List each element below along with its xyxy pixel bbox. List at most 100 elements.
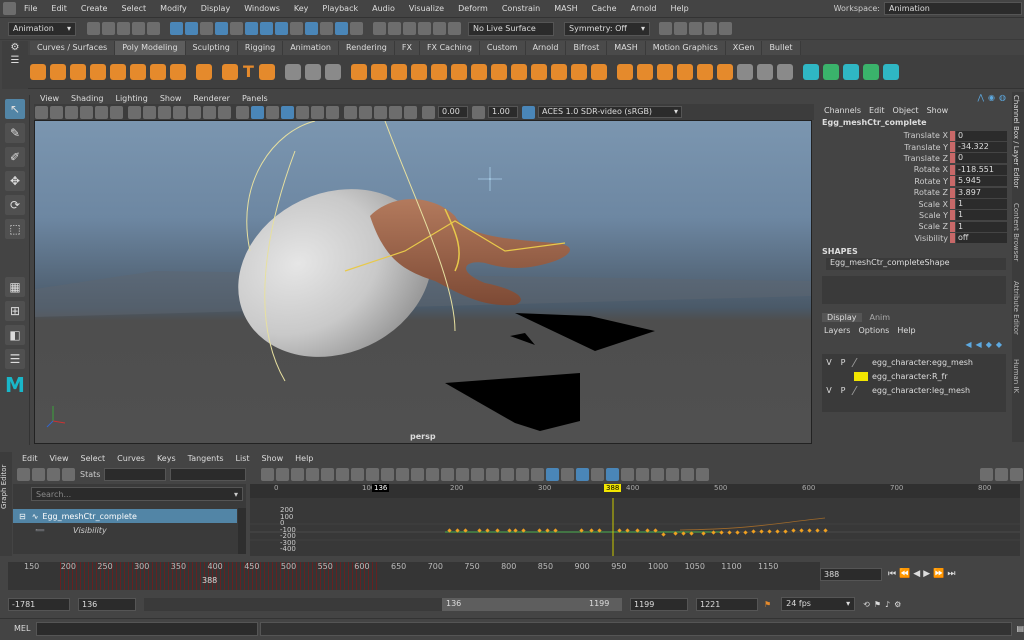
move-key-icon[interactable] bbox=[17, 467, 30, 481]
viewport-menu-lighting[interactable]: Lighting bbox=[109, 94, 153, 103]
animation-start-field[interactable]: -1781 bbox=[8, 597, 70, 611]
playback-start-field[interactable]: 136 bbox=[78, 597, 136, 611]
attribute-editor-icon[interactable]: ◉ bbox=[988, 93, 995, 102]
spherical-map-icon[interactable] bbox=[862, 63, 879, 80]
layer-row[interactable]: egg_character:R_fr bbox=[822, 370, 1006, 384]
shelf-tab-rigging[interactable]: Rigging bbox=[237, 41, 284, 55]
extract-icon[interactable] bbox=[390, 63, 407, 80]
menu-visualize[interactable]: Visualize bbox=[402, 0, 451, 18]
menu-edit[interactable]: Edit bbox=[44, 0, 74, 18]
lock-selection-icon[interactable] bbox=[335, 22, 348, 35]
graph-menu-select[interactable]: Select bbox=[74, 454, 111, 463]
graph-menu-list[interactable]: List bbox=[230, 454, 256, 463]
select-tool-icon[interactable]: ↖ bbox=[5, 99, 25, 119]
vertex-count-icon[interactable] bbox=[324, 63, 341, 80]
step-tangent-icon[interactable] bbox=[366, 467, 380, 481]
value-snap-icon[interactable] bbox=[636, 467, 650, 481]
graph-menu-help[interactable]: Help bbox=[289, 454, 319, 463]
poly-torus-icon[interactable] bbox=[110, 63, 126, 80]
append-icon[interactable] bbox=[676, 63, 693, 80]
render-settings-icon[interactable] bbox=[704, 22, 717, 35]
menu-display[interactable]: Display bbox=[194, 0, 238, 18]
outliner-layout-icon[interactable]: ☰ bbox=[5, 349, 25, 369]
channel-name[interactable]: Translate X bbox=[818, 131, 950, 140]
move-layer-up-icon[interactable]: ◀ bbox=[965, 340, 971, 349]
render-frame-icon[interactable] bbox=[674, 22, 687, 35]
mask-dynamics-icon[interactable] bbox=[290, 22, 303, 35]
tab-attribute-editor[interactable]: Attribute Editor bbox=[1012, 278, 1020, 356]
workspace-dropdown[interactable]: Animation bbox=[884, 2, 1022, 15]
shelf-tab-mash[interactable]: MASH bbox=[607, 41, 646, 55]
use-all-lights-icon[interactable] bbox=[296, 105, 309, 119]
keying-icon[interactable]: ⚑ bbox=[764, 600, 771, 609]
mask-deform-icon[interactable] bbox=[275, 22, 288, 35]
combine-icon[interactable] bbox=[350, 63, 367, 80]
lock-weight-icon[interactable] bbox=[456, 467, 470, 481]
time-slider[interactable]: 150 200 250 300 350 400 450 500 550 600 650 700 750 8… bbox=[8, 562, 820, 590]
graph-menu-curves[interactable]: Curves bbox=[111, 454, 151, 463]
unify-tangent-icon[interactable] bbox=[426, 467, 440, 481]
shelf-tabs-icon[interactable]: ☰ bbox=[2, 55, 28, 66]
menu-audio[interactable]: Audio bbox=[365, 0, 402, 18]
open-scene-icon[interactable] bbox=[102, 22, 115, 35]
fps-dropdown[interactable]: 24 fps ▾ bbox=[781, 597, 856, 611]
mask-render-icon[interactable] bbox=[305, 22, 318, 35]
tab-content-browser[interactable]: Content Browser bbox=[1012, 200, 1020, 278]
menu-key[interactable]: Key bbox=[287, 0, 316, 18]
zoom-icon[interactable] bbox=[995, 467, 1008, 481]
poly-sphere-icon[interactable] bbox=[30, 63, 46, 80]
menu-deform[interactable]: Deform bbox=[451, 0, 495, 18]
scale-tool-icon[interactable]: ⬚ bbox=[5, 219, 25, 239]
channel-box-icon[interactable]: ⋀ bbox=[977, 93, 984, 102]
maya-menu-icon[interactable] bbox=[3, 2, 16, 15]
channel-name[interactable]: Scale Y bbox=[818, 211, 950, 220]
target-weld-icon[interactable] bbox=[304, 63, 321, 80]
shelf-tab-arnold[interactable]: Arnold bbox=[525, 41, 567, 55]
menu-windows[interactable]: Windows bbox=[237, 0, 287, 18]
unfold-icon[interactable] bbox=[570, 63, 587, 80]
ipr-render-icon[interactable] bbox=[689, 22, 702, 35]
shelf-tab-animation[interactable]: Animation bbox=[283, 41, 339, 55]
channel-menu-show[interactable]: Show bbox=[925, 106, 955, 115]
view-transform-dropdown[interactable]: ACES 1.0 SDR-video (sRGB) ▾ bbox=[538, 106, 682, 118]
shelf-tab-bullet[interactable]: Bullet bbox=[762, 41, 801, 55]
graph-menu-edit[interactable]: Edit bbox=[16, 454, 44, 463]
snapshot-icon[interactable] bbox=[501, 467, 515, 481]
two-d-pan-icon[interactable] bbox=[95, 105, 108, 119]
shelf-tab-fx-caching[interactable]: FX Caching bbox=[419, 41, 480, 55]
expand-icon[interactable]: ⊟ bbox=[19, 512, 26, 521]
channel-name[interactable]: Translate Y bbox=[818, 143, 950, 152]
layer-color-swatch[interactable] bbox=[851, 358, 871, 368]
snap-point-icon[interactable] bbox=[403, 22, 416, 35]
graph-menu-keys[interactable]: Keys bbox=[151, 454, 182, 463]
range-slider[interactable]: 136 1199 bbox=[144, 597, 622, 611]
menu-set-dropdown[interactable]: Animation ▾ bbox=[8, 21, 76, 36]
planar-map-icon[interactable] bbox=[822, 63, 839, 80]
pre-infinity-icon[interactable] bbox=[576, 467, 590, 481]
flat-tangent-icon[interactable] bbox=[351, 467, 365, 481]
viewport-menu-view[interactable]: View bbox=[34, 94, 65, 103]
lasso-tool-icon[interactable]: ✎ bbox=[5, 123, 25, 143]
menu-file[interactable]: File bbox=[17, 0, 44, 18]
snap-grid-icon[interactable] bbox=[373, 22, 386, 35]
plateau-tangent-icon[interactable] bbox=[381, 467, 395, 481]
stacked-curves-icon[interactable] bbox=[546, 467, 560, 481]
frame-playback-icon[interactable] bbox=[276, 467, 290, 481]
snap-view-icon[interactable] bbox=[418, 22, 431, 35]
tab-human-ik[interactable]: Human IK bbox=[1012, 356, 1020, 396]
gate-mask-icon[interactable] bbox=[173, 105, 186, 119]
viewport-menu-shading[interactable]: Shading bbox=[65, 94, 110, 103]
tab-channel-box[interactable]: Channel Box / Layer Editor bbox=[1012, 92, 1020, 200]
layer-row[interactable]: V Pegg_character:leg_mesh bbox=[822, 384, 1006, 398]
tangent-visible-icon[interactable] bbox=[666, 467, 680, 481]
default-material-icon[interactable] bbox=[266, 105, 279, 119]
free-weight-icon[interactable] bbox=[441, 467, 455, 481]
hypershade-icon[interactable] bbox=[719, 22, 732, 35]
bridge-icon[interactable] bbox=[470, 63, 487, 80]
viewport-menu-panels[interactable]: Panels bbox=[236, 94, 274, 103]
mask-icon[interactable] bbox=[215, 22, 228, 35]
smooth-shade-icon[interactable] bbox=[251, 105, 264, 119]
playback-end-field[interactable]: 1199 bbox=[630, 597, 688, 611]
shelf-tab-poly-modeling[interactable]: Poly Modeling bbox=[115, 41, 186, 55]
shelf-tab-rendering[interactable]: Rendering bbox=[339, 41, 395, 55]
